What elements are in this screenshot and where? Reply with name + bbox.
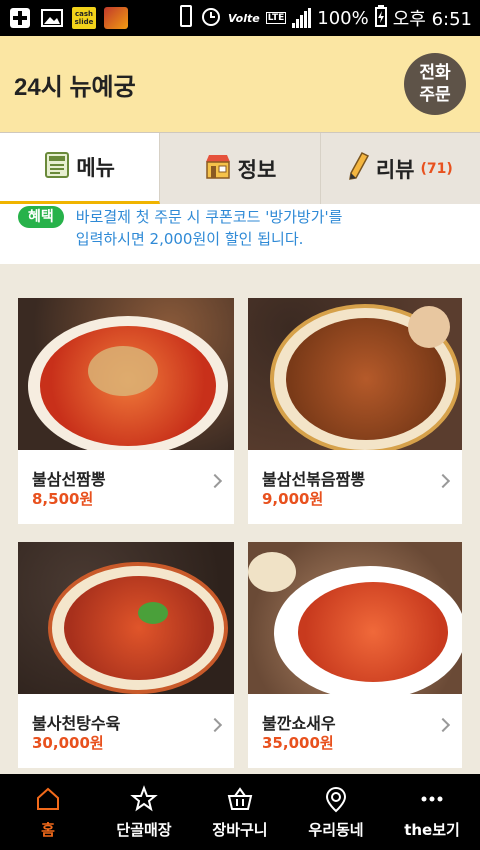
store-header: 24시 뉴예궁 전화 주문 — [0, 36, 480, 132]
notice-line-2: 입력하시면 2,000원이 할인 됩니다. — [75, 230, 304, 248]
dish-photo — [18, 298, 234, 450]
phone-order-label-2: 주문 — [419, 85, 451, 105]
vibrate-icon — [178, 4, 194, 32]
battery-icon — [374, 4, 387, 32]
chevron-right-icon — [435, 473, 451, 489]
menu-item-name: 불사천탕수육 — [32, 714, 121, 733]
gallery-icon — [40, 7, 64, 29]
battery-level: 100% — [317, 7, 369, 29]
menu-card[interactable]: 불삼선짬뽕 8,500원 — [18, 298, 234, 524]
chevron-right-icon — [435, 717, 451, 733]
home-icon — [37, 787, 59, 810]
star-icon — [130, 784, 158, 811]
chevron-right-icon — [207, 473, 223, 489]
alarm-icon — [200, 5, 222, 32]
menu-item-price: 8,500원 — [32, 490, 94, 508]
plus-icon — [8, 7, 32, 29]
status-bar: cash slide Volte LTE 100% 오후 6:51 — [0, 0, 480, 36]
more-icon — [421, 796, 443, 801]
volte-label: Volte — [227, 11, 260, 25]
nav-favorite-label: 단골매장 — [116, 820, 172, 839]
tab-info[interactable]: 정보 — [160, 133, 321, 204]
nav-cart[interactable]: 장바구니 — [192, 774, 288, 850]
clock: 오후 6:51 — [392, 9, 472, 30]
nav-favorite-stores[interactable]: 단골매장 — [96, 774, 192, 850]
lte-badge: LTE — [265, 12, 287, 24]
tab-info-label: 정보 — [237, 157, 277, 182]
store-icon — [204, 152, 232, 185]
notice-line-1: 바로결제 첫 주문 시 쿠폰코드 '방가방가'를 — [75, 208, 343, 226]
signal-icon — [292, 8, 312, 28]
menu-item-price: 30,000원 — [32, 734, 104, 752]
nav-neighborhood-label: 우리동네 — [308, 820, 364, 839]
nav-more-label: the보기 — [404, 820, 460, 839]
menu-card[interactable]: 불깐쇼새우 35,000원 — [248, 542, 462, 768]
dish-photo — [248, 298, 462, 450]
tab-menu[interactable]: 메뉴 — [0, 133, 161, 204]
nav-more[interactable]: the보기 — [384, 774, 480, 850]
nav-home-label: 홈 — [41, 820, 55, 839]
menu-item-name: 불삼선짬뽕 — [32, 470, 106, 489]
menu-item-price: 9,000원 — [262, 490, 324, 508]
menu-card[interactable]: 불삼선볶음짬뽕 9,000원 — [248, 298, 462, 524]
benefit-badge: 혜택 — [18, 206, 64, 228]
bottom-nav: 홈 단골매장 장바구니 우리동네 the보기 — [0, 774, 480, 850]
menu-item-name: 불삼선볶음짬뽕 — [262, 470, 366, 489]
menu-card[interactable]: 불사천탕수육 30,000원 — [18, 542, 234, 768]
menu-list: 불삼선짬뽕 8,500원 불삼선볶음짬뽕 9,000원 불사천탕수육 30,00… — [0, 264, 480, 774]
menu-item-name: 불깐쇼새우 — [262, 714, 336, 733]
store-title: 24시 뉴예궁 — [14, 73, 136, 101]
nav-home[interactable]: 홈 — [0, 774, 96, 850]
phone-order-button[interactable]: 전화 주문 — [404, 53, 466, 115]
nav-cart-label: 장바구니 — [212, 820, 268, 839]
review-count: (71) — [420, 160, 453, 177]
nav-neighborhood[interactable]: 우리동네 — [288, 774, 384, 850]
tab-review[interactable]: 리뷰 (71) — [321, 133, 480, 204]
store-tabs: 메뉴 정보 리뷰 (71) — [0, 132, 480, 204]
tab-menu-label: 메뉴 — [76, 156, 115, 180]
promo-notice: 혜택 바로결제 첫 주문 시 쿠폰코드 '방가방가'를 입력하시면 2,000원… — [0, 204, 480, 264]
pencil-icon — [348, 151, 370, 186]
tab-review-label: 리뷰 — [375, 157, 415, 182]
dish-photo — [248, 542, 462, 694]
location-icon — [325, 786, 347, 812]
game-app-icon — [104, 7, 128, 29]
dish-photo — [18, 542, 234, 694]
menu-item-price: 35,000원 — [262, 734, 334, 752]
menu-book-icon — [44, 151, 70, 184]
chevron-right-icon — [207, 717, 223, 733]
phone-order-label-1: 전화 — [419, 63, 451, 83]
basket-icon — [227, 786, 253, 810]
cash-slide-icon: cash slide — [72, 7, 96, 29]
